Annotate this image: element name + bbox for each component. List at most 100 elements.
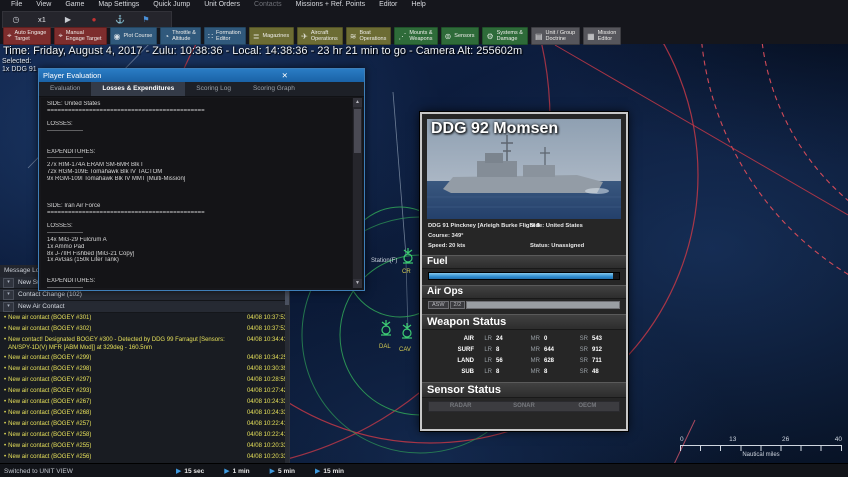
- menu-item[interactable]: Quick Jump: [146, 0, 197, 10]
- toolbar-button-icon: ⚙: [486, 31, 494, 41]
- air-ops-section-header: Air Ops: [422, 285, 626, 299]
- evaluation-text-line: SIDE: United States: [47, 101, 101, 107]
- air-ops-mode[interactable]: ASW: [428, 301, 449, 309]
- selected-unit: 1x DDG 91: [2, 66, 37, 73]
- evaluation-text-line: [47, 135, 346, 142]
- scroll-down-icon[interactable]: ▼: [353, 279, 362, 288]
- log-entry[interactable]: • New contact! Designated BOGEY #300 - D…: [0, 335, 289, 353]
- lr-label: LR: [484, 346, 492, 353]
- chevron-down-icon[interactable]: ▾: [3, 301, 14, 312]
- record-icon[interactable]: ●: [81, 13, 107, 26]
- log-entry[interactable]: • New air contact (BOGEY #299) 04/08 10:…: [0, 353, 289, 364]
- log-entry[interactable]: • New air contact (BOGEY #258) 04/08 10:…: [0, 430, 289, 441]
- evaluation-text-line: 1x Ammo Pad: [47, 243, 85, 250]
- time-step-buttons: ▶ 15 sec ▶ 1 min ▶ 5 min ▶ 15 min: [176, 467, 344, 476]
- toolbar-button[interactable]: ⋰ Mounts & Weapons: [394, 27, 438, 45]
- evaluation-text-line: ------------------: [47, 230, 83, 237]
- log-entry[interactable]: • New air contact (BOGEY #293) 04/08 10:…: [0, 386, 289, 397]
- toolbar-button-icon: ⋰: [398, 31, 407, 41]
- toolbar-button[interactable]: ▦ Mission Editor: [583, 27, 622, 45]
- log-entry-time: 04/08 10:34:41: [246, 337, 287, 343]
- toolbar-button-label: Target: [14, 36, 30, 42]
- evaluation-content: SIDE: United States =====================…: [41, 98, 352, 288]
- log-entry-text: New air contact (BOGEY #299): [8, 355, 92, 361]
- close-icon[interactable]: ✕: [202, 71, 365, 80]
- evaluation-text-line: EXPENDITURES:: [47, 148, 96, 155]
- log-entry-time: 04/08 10:24:33: [246, 410, 287, 416]
- sensor-toggle[interactable]: RADAR: [429, 402, 492, 411]
- air-ops-track: [466, 301, 620, 309]
- play-icon[interactable]: ▶: [55, 13, 81, 26]
- toolbar-button[interactable]: ⌖ Auto Engage Target: [3, 27, 52, 45]
- lr-value: 8: [496, 346, 500, 353]
- toolbar-button[interactable]: ◉ Plot Course: [109, 27, 158, 45]
- menu-item[interactable]: Missions + Ref. Points: [289, 0, 372, 10]
- time-step-button[interactable]: ▶ 1 min: [224, 467, 249, 476]
- log-group-label: Contact Change (102): [18, 291, 82, 298]
- toolbar-button[interactable]: ▤ Unit / Group Doctrine: [530, 27, 581, 45]
- log-entry-text: New air contact (BOGEY #255): [8, 443, 92, 449]
- log-entry[interactable]: • New air contact (BOGEY #267) 04/08 10:…: [0, 397, 289, 408]
- log-entry[interactable]: • New air contact (BOGEY #257) 04/08 10:…: [0, 419, 289, 430]
- log-group-row[interactable]: ▾ New Air Contact: [0, 301, 289, 313]
- weapon-domain: AIR: [463, 335, 474, 342]
- toolbar-button-icon: ▦: [587, 31, 595, 41]
- log-entry[interactable]: • New air contact (BOGEY #302) 04/08 10:…: [0, 324, 289, 335]
- log-entry[interactable]: • New air contact (BOGEY #268) 04/08 10:…: [0, 408, 289, 419]
- time-step-button[interactable]: ▶ 15 sec: [176, 467, 204, 476]
- toolbar-button[interactable]: ≣ Magazines: [248, 27, 295, 45]
- time-step-button[interactable]: ▶ 5 min: [270, 467, 295, 476]
- toolbar-button[interactable]: ◔ Throttle & Altitude: [160, 27, 201, 45]
- ship-icon[interactable]: ⚓: [107, 13, 133, 26]
- menu-item[interactable]: Game: [58, 0, 91, 10]
- evaluation-scrollbar[interactable]: ▲ ▼: [353, 98, 362, 288]
- message-log-scrollbar[interactable]: [285, 277, 289, 463]
- toolbar-button[interactable]: ⌖ Manual Engage Target: [54, 27, 107, 45]
- log-entry[interactable]: • New air contact (BOGEY #298) 04/08 10:…: [0, 364, 289, 375]
- menu-item[interactable]: Map Settings: [91, 0, 146, 10]
- sensor-toggle[interactable]: SONAR: [492, 402, 555, 411]
- toolbar-button[interactable]: ✈ Aircraft Operations: [297, 27, 343, 45]
- bullet-icon: •: [4, 326, 7, 332]
- toolbar-button-icon: ≋: [349, 31, 357, 41]
- toolbar-button-icon: ▤: [534, 31, 543, 41]
- log-entry[interactable]: • New air contact (BOGEY #297) 04/08 10:…: [0, 375, 289, 386]
- tab[interactable]: Scoring Log: [185, 82, 242, 96]
- chevron-down-icon[interactable]: ▾: [3, 277, 14, 288]
- toolbar-button-label: Altitude: [172, 36, 191, 42]
- log-entry[interactable]: • New air contact (BOGEY #255) 04/08 10:…: [0, 441, 289, 452]
- log-entry-time: 04/08 10:22:41: [246, 432, 287, 438]
- sensor-toggle[interactable]: OECM: [556, 402, 619, 411]
- tab[interactable]: Scoring Graph: [242, 82, 306, 96]
- chevron-down-icon[interactable]: ▾: [3, 289, 14, 300]
- toolbar-button[interactable]: ⊚ Sensors: [440, 27, 480, 45]
- menu-item[interactable]: Unit Orders: [197, 0, 247, 10]
- scroll-up-icon[interactable]: ▲: [353, 98, 362, 107]
- weapon-domain: LAND: [457, 357, 474, 364]
- menu-item[interactable]: File: [4, 0, 29, 10]
- flag-icon[interactable]: ⚑: [133, 13, 159, 26]
- bullet-icon: •: [4, 388, 7, 394]
- sim-clock-icon[interactable]: ◷: [3, 13, 29, 26]
- bullet-icon: •: [4, 443, 7, 449]
- menu-item[interactable]: Editor: [372, 0, 404, 10]
- sim-speed-label[interactable]: x1: [29, 13, 55, 26]
- window-titlebar[interactable]: Player Evaluation ✕: [39, 69, 364, 82]
- evaluation-text-line: LOSSES:: [47, 223, 73, 230]
- evaluation-text-line: [47, 142, 346, 149]
- log-entry[interactable]: • New air contact (BOGEY #301) 04/08 10:…: [0, 313, 289, 324]
- menu-item[interactable]: Help: [404, 0, 432, 10]
- app-window: Station(F) CR DAL CAV 0 13 26 40 Nautical m…: [0, 0, 848, 477]
- log-entry[interactable]: • New air contact (BOGEY #256) 04/08 10:…: [0, 452, 289, 463]
- evaluation-text-line: 1x AvGas (150k Liter Tank): [47, 257, 119, 264]
- toolbar-button[interactable]: ≋ Boat Operations: [345, 27, 392, 45]
- scale-tick-value: 13: [729, 436, 737, 443]
- menu-item[interactable]: View: [29, 0, 58, 10]
- time-step-button[interactable]: ▶ 15 min: [315, 467, 344, 476]
- menu-item[interactable]: Contacts: [247, 0, 289, 10]
- toolbar-button[interactable]: ⚙ Systems & Damage: [482, 27, 528, 45]
- toolbar-button[interactable]: ∷ Formation Editor: [203, 27, 246, 45]
- tab[interactable]: Losses & Expenditures: [91, 82, 186, 96]
- scrollbar-thumb[interactable]: [354, 109, 361, 153]
- tab[interactable]: Evaluation: [39, 82, 91, 96]
